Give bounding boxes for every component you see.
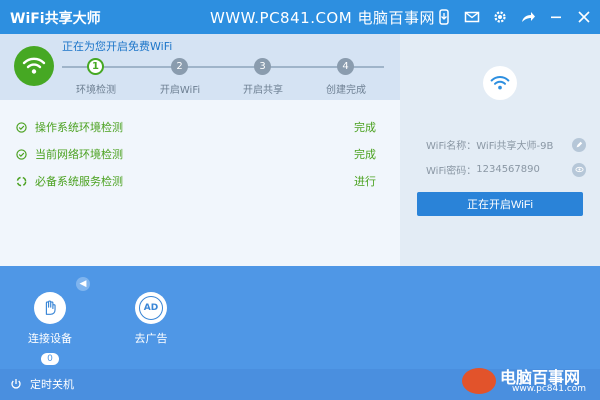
progress-steps: 正在为您开启免费WiFi 1 环境检测 2 开启WiFi 3 开启共享 4 创建… — [0, 34, 400, 100]
hand-wave-icon — [34, 292, 66, 324]
tool-label: 连接设备 — [28, 332, 72, 345]
step-progress-line — [62, 66, 384, 68]
check-done-icon — [16, 148, 27, 160]
step-4-dot: 4 — [337, 58, 354, 75]
device-count-badge: 0 — [41, 353, 59, 365]
step-4-label: 创建完成 — [326, 85, 366, 96]
check-item: 必备系统服务检测 进行 — [16, 171, 376, 191]
title-bar: WiFi共享大师 WWW.PC841.COM 电脑百事网 — [0, 0, 600, 34]
minimize-icon[interactable] — [546, 7, 566, 27]
app-title: WiFi共享大师 — [10, 11, 101, 27]
check-done-icon — [16, 121, 27, 133]
title-bar-controls — [434, 7, 594, 27]
download-icon[interactable] — [434, 7, 454, 27]
ad-icon-text: AD — [139, 296, 163, 320]
detection-checklist: 操作系统环境检测 完成 当前网络环境检测 完成 必备系统服务检测 进行 — [0, 100, 400, 266]
wifi-name-row: WiFi名称： WiFi共享大师-9B — [426, 137, 586, 152]
step-2-label: 开启WiFi — [159, 85, 201, 96]
share-icon[interactable] — [518, 7, 538, 27]
scheduled-shutdown-label: 定时关机 — [30, 378, 74, 391]
check-name: 当前网络环境检测 — [35, 148, 123, 161]
gear-icon[interactable] — [490, 7, 510, 27]
step-3-dot: 3 — [254, 58, 271, 75]
check-status: 完成 — [354, 148, 376, 161]
scheduled-shutdown[interactable]: 定时关机 — [10, 376, 74, 392]
step-1-dot: 1 — [87, 58, 104, 75]
brand-watermark: 电脑百事网 www.pc841.com — [462, 362, 596, 396]
mail-icon[interactable] — [462, 7, 482, 27]
wifi-status-icon — [14, 46, 54, 86]
check-status: 进行 — [354, 175, 376, 188]
check-status: 完成 — [354, 121, 376, 134]
check-item: 当前网络环境检测 完成 — [16, 144, 376, 164]
wifi-name-label: WiFi名称： — [426, 141, 477, 152]
remove-ads-tool[interactable]: AD 去广告 — [121, 292, 181, 346]
start-wifi-button[interactable]: 正在开启WiFi — [417, 192, 583, 216]
brand-logo-icon — [462, 368, 496, 394]
loading-spinner-icon — [16, 176, 27, 186]
wifi-icon — [483, 66, 517, 100]
power-icon — [11, 379, 21, 389]
check-name: 必备系统服务检测 — [35, 175, 123, 188]
close-icon[interactable] — [574, 7, 594, 27]
edit-pencil-icon[interactable] — [572, 137, 586, 152]
wifi-password-label: WiFi密码： — [426, 166, 477, 177]
brand-watermark-url: www.pc841.com — [512, 384, 587, 394]
wifi-info-panel: WiFi名称： WiFi共享大师-9B WiFi密码： 1234567890 正… — [400, 34, 600, 266]
wifi-password-row: WiFi密码： 1234567890 — [426, 162, 586, 177]
tool-label: 去广告 — [134, 332, 168, 345]
eye-icon[interactable] — [572, 162, 586, 177]
wifi-password-value: 1234567890 — [476, 164, 540, 175]
check-name: 操作系统环境检测 — [35, 121, 123, 134]
step-3-label: 开启共享 — [243, 85, 283, 96]
steps-heading: 正在为您开启免费WiFi — [62, 40, 173, 53]
step-2-dot: 2 — [171, 58, 188, 75]
site-watermark: WWW.PC841.COM 电脑百事网 — [210, 9, 435, 27]
wifi-name-value: WiFi共享大师-9B — [476, 141, 554, 152]
collapse-left-icon[interactable]: ◀ — [76, 277, 90, 291]
ad-block-icon: AD — [135, 292, 167, 324]
step-1-label: 环境检测 — [76, 85, 116, 96]
connected-devices-tool[interactable]: 连接设备 0 — [20, 292, 80, 365]
check-item: 操作系统环境检测 完成 — [16, 117, 376, 137]
